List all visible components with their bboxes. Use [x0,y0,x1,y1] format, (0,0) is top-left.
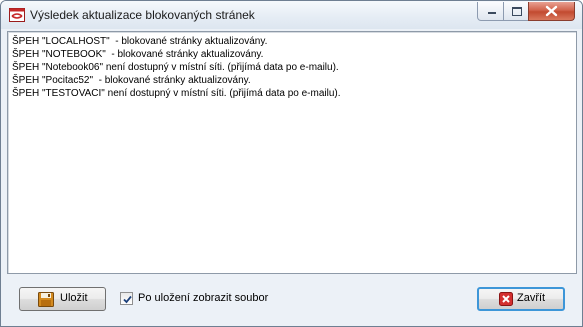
title-bar[interactable]: Výsledek aktualizace blokovaných stránek [1,1,582,29]
log-line: ŠPEH "TESTOVACI" není dostupný v místní … [12,88,341,99]
floppy-disk-icon [38,292,54,307]
red-x-icon [499,292,515,307]
save-button-label: Uložit [60,292,88,304]
app-icon [9,8,25,22]
minimize-button[interactable] [477,2,504,21]
window-close-button[interactable] [528,2,575,21]
close-icon [529,2,574,20]
maximize-icon [512,7,522,16]
close-dialog-label: Zavřít [517,292,546,304]
checkmark-icon [123,295,132,304]
log-line: ŠPEH "LOCALHOST" - blokované stránky akt… [12,36,268,47]
minimize-icon [488,12,496,14]
show-file-checkbox[interactable] [120,292,133,305]
log-line: ŠPEH "Pocitac52" - blokované stránky akt… [12,75,251,86]
dialog-window: Výsledek aktualizace blokovaných stránek… [0,0,583,327]
log-line: ŠPEH "Notebook06" není dostupný v místní… [12,62,339,73]
show-file-label: Po uložení zobrazit soubor [138,292,269,304]
log-line: ŠPEH "NOTEBOOK" - blokované stránky aktu… [12,49,264,60]
window-title: Výsledek aktualizace blokovaných stránek [30,8,255,22]
close-dialog-button[interactable]: Zavřít [477,287,565,311]
save-button[interactable]: Uložit [19,287,106,311]
maximize-button[interactable] [503,2,529,21]
result-log-textarea[interactable]: ŠPEH "LOCALHOST" - blokované stránky akt… [7,31,577,274]
